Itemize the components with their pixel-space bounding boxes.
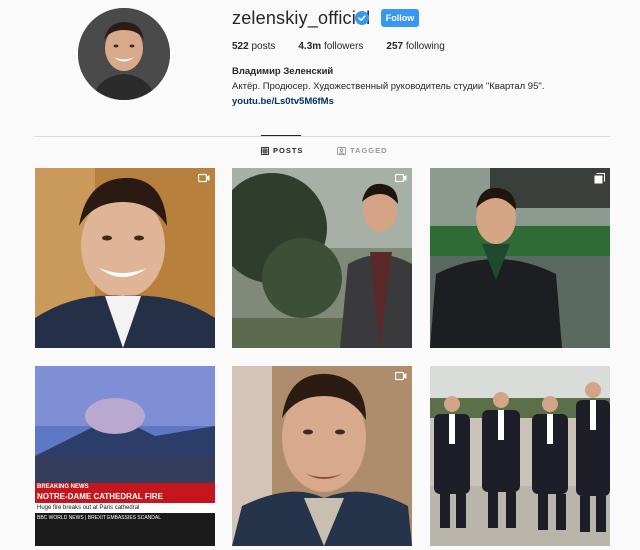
profile-bio: Актёр. Продюсер. Художественный руководи… [232,81,545,92]
profile-username: zelenskiy_official [232,8,371,28]
video-icon [198,173,210,183]
post-thumbnail[interactable] [430,168,610,348]
post-thumbnail[interactable] [430,366,610,546]
tab-posts[interactable]: POSTS [261,146,303,155]
tab-tagged[interactable]: TAGGED [337,146,388,155]
video-icon [395,173,407,183]
post-thumbnail[interactable] [232,168,412,348]
following-count[interactable]: 257 following [386,41,444,52]
profile-stats: 522 posts 4.3m followers 257 following [232,41,468,52]
news-breaking-text: BREAKING NEWS [37,484,89,490]
post-thumbnail[interactable]: BREAKING NEWS NOTRE-DAME CATHEDRAL FIRE … [35,366,215,546]
tabs-divider [34,136,610,137]
news-subheadline-text: Huge fire breaks out at Paris cathedral [37,505,140,511]
active-tab-indicator [261,135,301,136]
post-thumbnail[interactable] [35,168,215,348]
posts-count[interactable]: 522 posts [232,41,275,52]
grid-icon [261,146,269,155]
news-headline-text: NOTRE-DAME CATHEDRAL FIRE [37,492,163,501]
followers-count[interactable]: 4.3m followers [298,41,363,52]
post-thumbnail[interactable] [232,366,412,546]
video-icon [395,371,407,381]
follow-button[interactable]: Follow [381,9,419,27]
profile-link[interactable]: youtu.be/Ls0tv5M6fMs [232,96,334,107]
profile-full-name: Владимир Зеленский [232,66,334,77]
tag-icon [337,146,346,155]
carousel-icon [594,173,605,184]
verified-badge-icon [355,11,369,25]
news-ticker-text: BBC WORLD NEWS | BREXIT EMBASSIES SCANDA… [37,515,162,521]
profile-avatar[interactable] [78,8,170,100]
